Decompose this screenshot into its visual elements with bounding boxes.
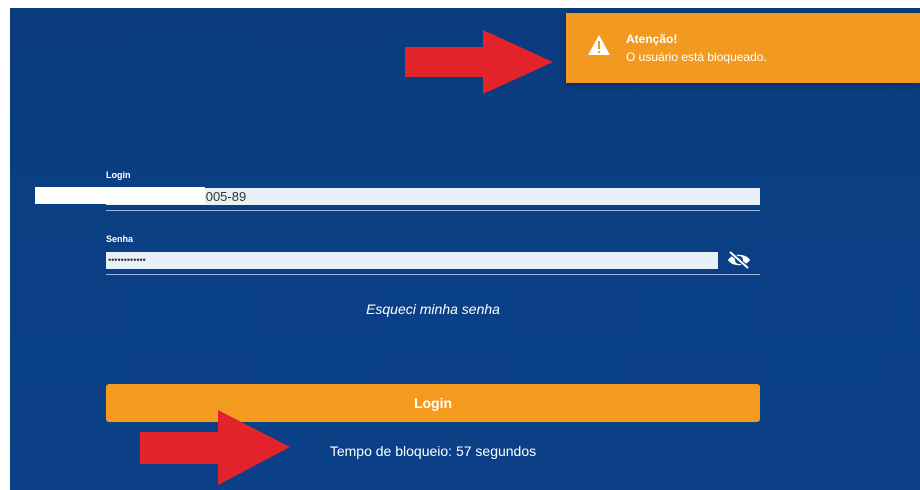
annotation-arrow-top [405,30,553,94]
forgot-password-link[interactable]: Esqueci minha senha [106,301,760,317]
toast-title: Atenção! [626,32,678,46]
login-label: Login [106,170,131,180]
eye-off-icon[interactable] [727,251,751,269]
password-label: Senha [106,234,134,244]
annotation-arrow-bottom [140,410,290,485]
login-underline [106,210,760,211]
toast-message: O usuário está bloqueado. [626,50,767,64]
warning-icon [588,35,610,55]
alert-toast: Atenção! O usuário está bloqueado. [566,13,920,83]
password-input[interactable]: •••••••••••• [106,252,718,269]
password-input-value: •••••••••••• [108,255,146,265]
password-underline [106,274,760,275]
redaction-block [35,187,205,204]
